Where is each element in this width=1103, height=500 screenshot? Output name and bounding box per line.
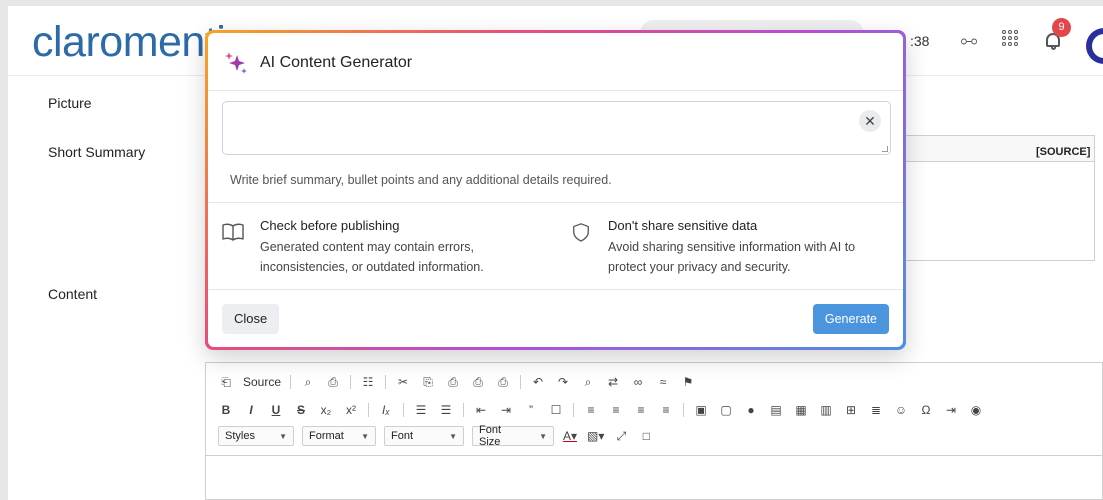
cut-icon[interactable]: ✂ [395, 374, 411, 390]
generate-button[interactable]: Generate [812, 304, 889, 334]
align-left-icon[interactable]: ≡ [583, 402, 599, 418]
preview-icon[interactable]: ⌕ [300, 374, 316, 390]
clear-prompt-button[interactable]: ✕ [859, 110, 881, 132]
user-avatar[interactable] [1086, 28, 1103, 64]
short-summary-label: Short Summary [48, 144, 146, 160]
info-title: Don't share sensitive data [608, 218, 758, 233]
undo-icon[interactable]: ↶ [530, 374, 546, 390]
horizontal-rule-icon[interactable]: ≣ [868, 402, 884, 418]
superscript-icon[interactable]: x² [343, 402, 359, 418]
indent-icon[interactable]: ⇥ [498, 402, 514, 418]
notification-badge: 9 [1052, 18, 1071, 37]
paste-icon[interactable]: ⎙ [445, 374, 461, 390]
div-icon[interactable]: ☐ [548, 402, 564, 418]
toolbar-separator [368, 403, 369, 417]
anchor-flag-icon[interactable]: ⚑ [680, 374, 696, 390]
redo-icon[interactable]: ↷ [555, 374, 571, 390]
special-char-icon[interactable]: Ω [918, 402, 934, 418]
editor-toolbar-row-3: Styles ▼ Format ▼ Font ▼ Font Size ▼ A▾ ▧▾ ⤢… [218, 424, 663, 448]
editor-toolbar-row-2: B I U S x₂ x² Iₓ ☰ ☰ ⇤ ⇥ ” ☐ ≡ ≡ ≡ ≡ ▣ ▢… [218, 399, 993, 421]
toolbar-separator [683, 403, 684, 417]
link-icon[interactable]: ⧟ [958, 30, 980, 52]
format-dropdown[interactable]: Format ▼ [302, 426, 376, 446]
bold-icon[interactable]: B [218, 402, 234, 418]
blockquote-icon[interactable]: ” [523, 402, 539, 418]
toolbar-separator [290, 375, 292, 389]
page-break-icon[interactable]: ⇥ [943, 402, 959, 418]
globe-icon[interactable]: ◉ [968, 402, 984, 418]
ai-generator-dialog: AI Content Generator ✕ Write brief summa… [205, 30, 906, 350]
align-right-icon[interactable]: ≡ [633, 402, 649, 418]
embed-icon[interactable]: ● [743, 402, 759, 418]
info-title: Check before publishing [260, 218, 400, 233]
prompt-textarea[interactable] [222, 101, 891, 155]
table-icon[interactable]: ⊞ [843, 402, 859, 418]
picture-label: Picture [48, 95, 92, 111]
clock-time: :38 [910, 33, 930, 49]
replace-icon[interactable]: ⇄ [605, 374, 621, 390]
italic-icon[interactable]: I [243, 402, 259, 418]
unlink-icon[interactable]: ≈ [655, 374, 671, 390]
image-icon[interactable]: ▣ [693, 402, 709, 418]
find-icon[interactable]: ⌕ [580, 374, 596, 390]
dialog-header: AI Content Generator [208, 33, 903, 91]
paste-word-icon[interactable]: ⎙ [495, 374, 511, 390]
content-editor-area[interactable] [206, 455, 1102, 500]
content-label: Content [48, 286, 98, 302]
toolbar-separator [350, 375, 352, 389]
maximize-icon[interactable]: ⤢ [613, 428, 629, 444]
media-icon[interactable]: ▤ [768, 402, 784, 418]
underline-icon[interactable]: U [268, 402, 284, 418]
info-section: Check before publishing Generated conten… [208, 202, 903, 290]
source-toggle[interactable]: [SOURCE] [1036, 146, 1090, 158]
text-color-icon[interactable]: A▾ [562, 428, 578, 444]
template-icon[interactable]: ☷ [360, 374, 376, 390]
toolbar-separator [520, 375, 522, 389]
align-justify-icon[interactable]: ≡ [658, 402, 674, 418]
align-center-icon[interactable]: ≡ [608, 402, 624, 418]
subscript-icon[interactable]: x₂ [318, 402, 334, 418]
ai-generator-panel: AI Content Generator ✕ Write brief summa… [208, 33, 903, 347]
numbered-list-icon[interactable]: ☰ [413, 402, 429, 418]
shield-icon [573, 223, 589, 242]
smiley-icon[interactable]: ☺ [893, 402, 909, 418]
apps-grid-icon[interactable] [1002, 30, 1018, 46]
print-icon[interactable]: ⎙ [325, 374, 341, 390]
toolbar-separator [463, 403, 464, 417]
editor-toolbar-row-1: ⎗ Source ⌕ ⎙ ☷ ✂ ⎘ ⎙ ⎙ ⎙ ↶ ↷ ⌕ ⇄ ∞ ≈ ⚑ [218, 371, 705, 393]
background-color-icon[interactable]: ▧▾ [587, 428, 604, 444]
copy-icon[interactable]: ⎘ [420, 374, 436, 390]
toolbar-separator [573, 403, 574, 417]
link-icon[interactable]: ∞ [630, 374, 646, 390]
dialog-title: AI Content Generator [260, 54, 413, 71]
sparkle-icon [225, 52, 247, 74]
book-icon [222, 223, 244, 241]
document-icon[interactable]: ▥ [818, 402, 834, 418]
toolbar-separator [385, 375, 387, 389]
toolbar-separator [403, 403, 404, 417]
font-dropdown[interactable]: Font ▼ [384, 426, 464, 446]
paste-text-icon[interactable]: ⎙ [470, 374, 486, 390]
outdent-icon[interactable]: ⇤ [473, 402, 489, 418]
info-description: Avoid sharing sensitive information with… [608, 240, 856, 274]
show-blocks-icon[interactable]: □ [638, 428, 654, 444]
source-button[interactable]: Source [243, 375, 281, 389]
strikethrough-icon[interactable]: S [293, 402, 309, 418]
resize-handle[interactable] [882, 146, 888, 152]
content-editor: ⎗ Source ⌕ ⎙ ☷ ✂ ⎘ ⎙ ⎙ ⎙ ↶ ↷ ⌕ ⇄ ∞ ≈ ⚑ B… [205, 362, 1103, 500]
flash-icon[interactable]: ▢ [718, 402, 734, 418]
remove-format-icon[interactable]: Iₓ [378, 402, 394, 418]
bulleted-list-icon[interactable]: ☰ [438, 402, 454, 418]
styles-dropdown[interactable]: Styles ▼ [218, 426, 294, 446]
info-description: Generated content may contain errors, in… [260, 240, 484, 274]
dialog-footer: Close Generate [208, 290, 903, 347]
helper-text: Write brief summary, bullet points and a… [230, 173, 612, 187]
video-icon[interactable]: ▦ [793, 402, 809, 418]
source-icon[interactable]: ⎗ [218, 374, 234, 390]
close-button[interactable]: Close [222, 304, 280, 334]
font-size-dropdown[interactable]: Font Size ▼ [472, 424, 554, 448]
